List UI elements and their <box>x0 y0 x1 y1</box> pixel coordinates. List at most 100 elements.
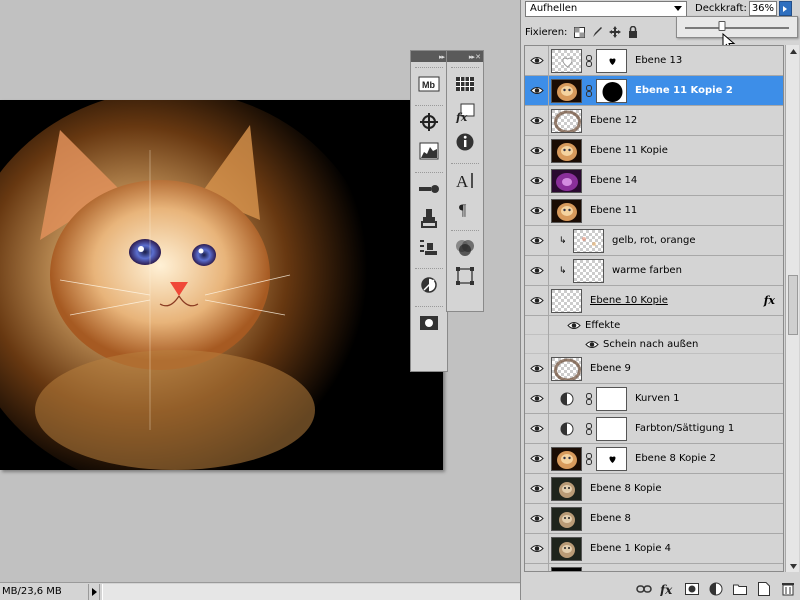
visibility-eye-icon[interactable] <box>525 75 549 106</box>
layer-name[interactable]: Ebene 13 <box>635 55 682 66</box>
layer-thumbnail[interactable] <box>551 476 582 501</box>
layer-name[interactable]: Ebene 8 Kopie <box>590 483 661 494</box>
paths-icon[interactable] <box>448 263 482 289</box>
layer-row[interactable]: Ebene 11 Kopie <box>525 135 783 166</box>
brush-presets-icon[interactable] <box>412 176 446 202</box>
histogram-icon[interactable] <box>412 138 446 164</box>
layer-thumbnail[interactable] <box>551 356 582 381</box>
layer-name[interactable]: Ebene 14 <box>590 175 637 186</box>
opacity-slider-thumb[interactable] <box>718 21 726 31</box>
visibility-eye-icon[interactable] <box>525 533 549 564</box>
layer-thumbnail[interactable] <box>551 168 582 193</box>
layer-name[interactable]: Kurven 1 <box>635 393 679 404</box>
new-layer-icon[interactable] <box>756 581 772 597</box>
masks-icon[interactable] <box>412 310 446 336</box>
clone-source-icon[interactable] <box>412 205 446 231</box>
dock-header-right[interactable]: ▸▸ ✕ <box>447 51 483 62</box>
visibility-eye-icon[interactable] <box>525 383 549 414</box>
lock-all-icon[interactable] <box>627 26 639 38</box>
channels-icon[interactable] <box>448 234 482 260</box>
dock-header[interactable]: ▸▸ <box>411 51 447 62</box>
layer-thumbnail[interactable] <box>551 48 582 73</box>
visibility-eye-icon[interactable] <box>525 46 549 76</box>
layer-name[interactable]: gelb, rot, orange <box>612 235 695 246</box>
info-icon[interactable] <box>448 129 482 155</box>
visibility-eye-icon[interactable] <box>525 443 549 474</box>
visibility-eye-icon[interactable] <box>525 225 549 256</box>
visibility-eye-icon[interactable] <box>525 135 549 166</box>
lock-position-icon[interactable] <box>609 26 622 38</box>
opacity-input[interactable]: 36% <box>748 1 777 16</box>
swatches-icon[interactable] <box>448 71 482 97</box>
layer-name[interactable]: Ebene 10 Kopie <box>590 295 668 306</box>
adjustment-layer-icon[interactable] <box>551 387 582 411</box>
new-group-icon[interactable] <box>732 581 748 597</box>
visibility-eye-icon[interactable] <box>525 563 549 571</box>
effects-group-row[interactable]: Effekte <box>525 315 783 335</box>
paragraph-icon[interactable]: ¶ <box>448 196 482 222</box>
opacity-slider-toggle[interactable] <box>778 1 792 16</box>
trash-icon[interactable] <box>780 581 796 597</box>
new-adjustment-icon[interactable] <box>708 581 724 597</box>
mask-link-icon[interactable] <box>584 392 594 405</box>
visibility-eye-icon[interactable] <box>525 255 549 286</box>
mask-link-icon[interactable] <box>584 452 594 465</box>
layer-row[interactable]: Ebene 8 <box>525 503 783 534</box>
layer-thumbnail[interactable] <box>551 506 582 531</box>
layer-thumbnail[interactable] <box>551 138 582 163</box>
layer-thumbnail[interactable] <box>551 78 582 103</box>
visibility-eye-icon[interactable] <box>525 413 549 444</box>
effect-visibility-eye-icon[interactable] <box>567 321 581 330</box>
layer-row[interactable]: Ebene 8 Kopie 2 <box>525 443 783 474</box>
layer-row[interactable]: Ebene 14 <box>525 165 783 196</box>
document-canvas[interactable] <box>0 100 443 470</box>
visibility-eye-icon[interactable] <box>525 165 549 196</box>
layer-name[interactable]: Ebene 12 <box>590 115 637 126</box>
layer-row[interactable]: Ebene 13 <box>525 46 783 76</box>
character-icon[interactable]: A <box>448 167 482 193</box>
layer-mask-thumbnail[interactable] <box>596 416 627 441</box>
layer-row[interactable]: Kurven 1 <box>525 383 783 414</box>
layer-effects-icon[interactable]: fx <box>764 294 775 307</box>
layer-name[interactable]: Ebene 11 Kopie 2 <box>635 85 733 96</box>
lock-pixels-icon[interactable] <box>591 26 603 38</box>
layer-thumbnail[interactable] <box>573 258 604 283</box>
effect-visibility-eye-icon[interactable] <box>585 340 599 349</box>
layer-name[interactable]: warme farben <box>612 265 682 276</box>
visibility-eye-icon[interactable] <box>525 473 549 504</box>
mask-link-icon[interactable] <box>584 84 594 97</box>
scroll-up-icon[interactable] <box>786 45 800 57</box>
layer-name[interactable]: Ebene 9 <box>590 363 631 374</box>
layer-name[interactable]: Ebene 11 <box>590 205 637 216</box>
effect-item-row[interactable]: Schein nach außen <box>525 334 783 354</box>
layer-name[interactable]: Farbton/Sättigung 1 <box>635 423 734 434</box>
add-mask-icon[interactable] <box>684 581 700 597</box>
layer-mask-thumbnail[interactable] <box>596 446 627 471</box>
layer-thumbnail[interactable] <box>551 108 582 133</box>
layer-row[interactable]: Ebene 8 Kopie <box>525 473 783 504</box>
visibility-eye-icon[interactable] <box>525 285 549 316</box>
layer-style-icon[interactable]: fx <box>660 581 676 597</box>
layer-row[interactable]: Ebene 11 <box>525 195 783 226</box>
layer-thumbnail[interactable] <box>551 198 582 223</box>
layer-row[interactable]: Ebene 10 Kopie fx <box>525 285 783 316</box>
layer-thumbnail[interactable] <box>551 566 582 571</box>
blend-mode-select[interactable]: Aufhellen <box>525 0 687 17</box>
layer-name[interactable]: Ebene 1 Kopie 4 <box>590 543 671 554</box>
lock-transparency-icon[interactable] <box>573 26 585 38</box>
status-menu-arrow[interactable] <box>88 583 100 600</box>
visibility-eye-icon[interactable] <box>525 353 549 384</box>
visibility-eye-icon[interactable] <box>525 195 549 226</box>
mask-link-icon[interactable] <box>584 54 594 67</box>
navigator-icon[interactable] <box>412 109 446 135</box>
layer-thumbnail[interactable] <box>573 228 604 253</box>
layer-row[interactable]: Ebene 1 Kopie 4 <box>525 533 783 564</box>
layer-thumbnail[interactable] <box>551 446 582 471</box>
mask-link-icon[interactable] <box>584 422 594 435</box>
layer-mask-thumbnail[interactable] <box>596 386 627 411</box>
layers-scrollbar[interactable] <box>785 45 799 572</box>
link-layers-icon[interactable] <box>636 581 652 597</box>
layer-thumbnail[interactable] <box>551 288 582 313</box>
visibility-eye-icon[interactable] <box>525 105 549 136</box>
horizontal-scrollbar[interactable] <box>102 583 520 600</box>
